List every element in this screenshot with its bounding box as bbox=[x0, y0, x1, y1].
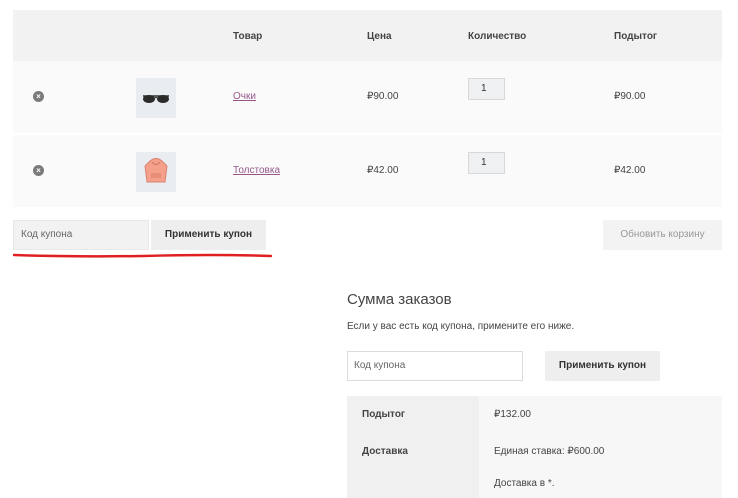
item-price: ₽90.00 bbox=[367, 91, 399, 102]
totals-coupon-input[interactable]: Код купона bbox=[347, 351, 523, 381]
hoodie-icon bbox=[144, 158, 168, 183]
update-cart-button[interactable]: Обновить корзину bbox=[603, 220, 722, 250]
table-row: × Очки ₽90.00 1 ₽90.00 bbox=[13, 61, 722, 133]
header-quantity: Количество bbox=[468, 31, 527, 42]
header-subtotal: Подытог bbox=[614, 31, 658, 42]
remove-item-icon[interactable]: × bbox=[33, 91, 44, 102]
header-product: Товар bbox=[233, 31, 263, 42]
remove-item-icon[interactable]: × bbox=[33, 165, 44, 176]
totals-apply-coupon-button[interactable]: Применить купон bbox=[545, 351, 660, 381]
subtotal-value: ₽132.00 bbox=[494, 409, 531, 420]
sunglasses-thumbnail[interactable] bbox=[136, 78, 176, 118]
item-subtotal: ₽90.00 bbox=[614, 91, 646, 102]
cart-totals-title: Сумма заказов bbox=[347, 291, 452, 308]
apply-coupon-button[interactable]: Применить купон bbox=[151, 220, 266, 250]
item-price: ₽42.00 bbox=[367, 165, 399, 176]
cart-header-row: Товар Цена Количество Подытог bbox=[13, 10, 722, 61]
coupon-code-input[interactable]: Код купона bbox=[13, 220, 149, 250]
red-highlight-underline bbox=[13, 253, 273, 258]
subtotal-label: Подытог bbox=[362, 409, 406, 420]
item-subtotal: ₽42.00 bbox=[614, 165, 646, 176]
shipping-destination: Доставка в *. bbox=[494, 478, 555, 489]
sunglasses-icon bbox=[143, 95, 169, 103]
product-link[interactable]: Толстовка bbox=[233, 165, 280, 176]
table-row: × Толстовка ₽42.00 1 ₽42.00 bbox=[13, 135, 722, 207]
shipping-label: Доставка bbox=[362, 446, 408, 457]
totals-table: Подытог Доставка ₽132.00 Единая ставка: … bbox=[347, 396, 722, 498]
hoodie-thumbnail[interactable] bbox=[136, 152, 176, 192]
product-link[interactable]: Очки bbox=[233, 91, 256, 102]
cart-table: Товар Цена Количество Подытог × Очки ₽90… bbox=[13, 10, 722, 209]
quantity-field[interactable]: 1 bbox=[468, 152, 505, 174]
quantity-field[interactable]: 1 bbox=[468, 78, 505, 100]
header-price: Цена bbox=[367, 31, 392, 42]
shipping-rate: Единая ставка: ₽600.00 bbox=[494, 446, 605, 457]
coupon-hint-text: Если у вас есть код купона, примените ег… bbox=[347, 321, 575, 332]
